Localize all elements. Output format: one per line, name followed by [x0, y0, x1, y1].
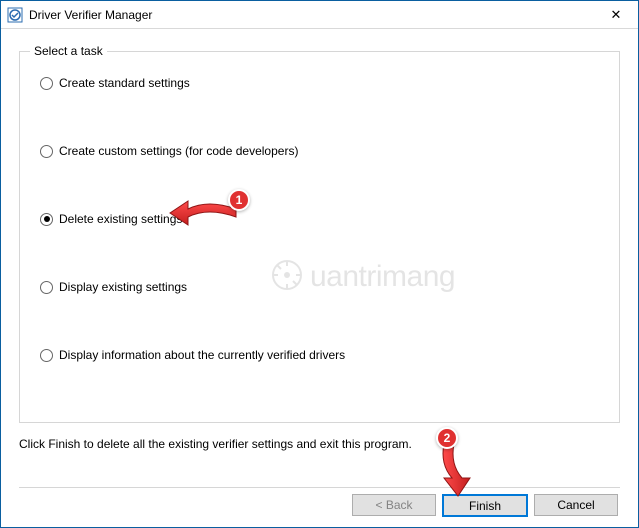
button-row: < Back Finish Cancel [19, 494, 620, 517]
back-button: < Back [352, 494, 436, 516]
app-icon [7, 7, 23, 23]
radio-icon [40, 213, 53, 226]
watermark-text: uantrimang [310, 260, 455, 294]
radio-label: Display existing settings [59, 280, 187, 294]
cancel-button[interactable]: Cancel [534, 494, 618, 516]
groupbox-legend: Select a task [30, 44, 107, 58]
radio-label: Delete existing settings [59, 212, 182, 226]
window-title: Driver Verifier Manager [29, 8, 594, 22]
radio-display-info[interactable]: Display information about the currently … [40, 348, 599, 362]
radio-list: Create standard settings Create custom s… [40, 76, 599, 362]
finish-button[interactable]: Finish [442, 494, 528, 517]
radio-label: Create custom settings (for code develop… [59, 144, 298, 158]
radio-label: Create standard settings [59, 76, 190, 90]
radio-create-custom[interactable]: Create custom settings (for code develop… [40, 144, 599, 158]
radio-label: Display information about the currently … [59, 348, 345, 362]
radio-icon [40, 145, 53, 158]
task-groupbox: Select a task Create standard settings C… [19, 51, 620, 423]
close-button[interactable]: ✕ [594, 1, 638, 29]
watermark: uantrimang [270, 258, 455, 295]
radio-create-standard[interactable]: Create standard settings [40, 76, 599, 90]
instruction-text: Click Finish to delete all the existing … [19, 437, 620, 451]
radio-delete-existing[interactable]: Delete existing settings [40, 212, 599, 226]
radio-icon [40, 77, 53, 90]
titlebar: Driver Verifier Manager ✕ [1, 1, 638, 29]
separator [19, 487, 620, 488]
watermark-icon [270, 258, 304, 295]
radio-icon [40, 349, 53, 362]
radio-icon [40, 281, 53, 294]
